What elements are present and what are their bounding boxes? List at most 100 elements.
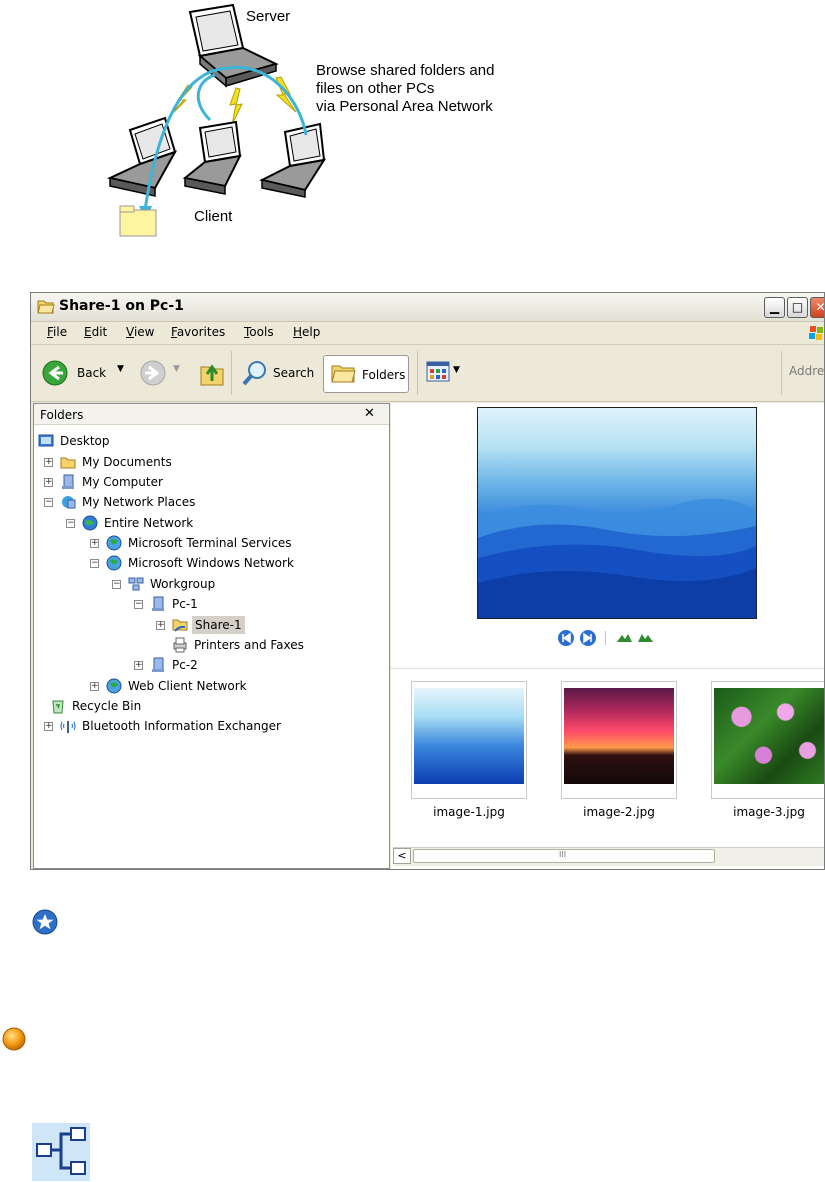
folders-label: Folders [362,368,406,382]
minimize-icon: ▁ [769,300,780,314]
client-label: Client [194,208,233,225]
expand-icon[interactable]: + [44,458,53,467]
tree-label: My Computer [82,475,163,489]
tree-label: Recycle Bin [72,699,142,713]
collapse-icon[interactable]: − [44,498,53,507]
title-bar[interactable]: Share-1 on Pc-1 ▁ □ ✕ [31,293,825,322]
thumbnail-caption[interactable]: image-2.jpg [559,805,679,819]
collapse-icon[interactable]: − [66,519,75,528]
back-dropdown-icon[interactable]: ▼ [117,364,124,374]
rotate-clockwise-icon[interactable] [615,629,633,647]
scroll-left-button[interactable]: < [393,848,411,864]
collapse-icon[interactable]: − [90,559,99,568]
caption-line-3: via Personal Area Network [316,98,493,115]
tree-label: Workgroup [150,577,216,591]
flowers-thumbnail-icon [714,688,824,784]
scroll-thumb[interactable]: III [413,849,715,863]
client-laptop-icon [182,120,242,195]
tree-label: Pc-2 [172,658,198,672]
back-button[interactable]: Back ▼ [41,355,131,391]
tree-label: Desktop [60,434,110,448]
menu-help[interactable]: Help [293,325,320,339]
network-icon [106,555,122,571]
folders-button[interactable]: Folders [323,355,409,393]
folders-pane-header: Folders ✕ [34,404,389,425]
expand-icon[interactable]: + [90,682,99,691]
address-label: Addre [789,364,825,378]
forward-dropdown-icon[interactable]: ▼ [173,364,180,374]
tree-label: Web Client Network [128,679,247,693]
tree-label: Printers and Faxes [194,638,304,652]
horizontal-scrollbar[interactable]: < III [393,847,824,866]
workgroup-icon [128,577,144,591]
thumbnail-image-3[interactable] [711,681,824,799]
menu-view[interactable]: View [126,325,154,339]
client-laptop-icon [259,122,327,198]
thumbnail-caption[interactable]: image-3.jpg [709,805,824,819]
tree-label: My Documents [82,455,172,469]
menu-bar: File Edit View Favorites Tools Help [31,322,824,345]
network-places-icon [62,496,76,509]
rotate-counterclockwise-icon[interactable] [637,629,655,647]
recycle-bin-icon [52,700,64,714]
folders-pane: Folders ✕ Desktop + My Documents + My Co… [33,403,390,869]
menu-file[interactable]: File [47,325,67,339]
preview-separator [605,631,606,645]
thumbnail-image-1[interactable] [411,681,527,799]
star-note-icon [32,909,58,935]
views-button[interactable]: ▼ [425,359,465,387]
toolbar: Back ▼ ▼ Search Folders ▼ Addre [31,345,825,402]
caption-line-2: files on other PCs [316,80,435,97]
expand-icon[interactable]: + [156,621,165,630]
close-icon: ✕ [815,300,825,314]
thumbnail-image-2[interactable] [561,681,677,799]
menu-edit[interactable]: Edit [84,325,107,339]
orange-bullet-icon [2,1027,26,1051]
computer-icon [152,657,164,672]
printer-icon [173,637,187,653]
network-diagram: Server Browse shared folders and files o… [0,0,825,260]
up-folder-icon[interactable] [199,359,225,387]
computer-icon [62,474,74,489]
tree-label: My Network Places [82,495,196,509]
next-image-icon[interactable] [579,629,597,647]
explorer-window: Share-1 on Pc-1 ▁ □ ✕ File Edit View Fav… [30,292,825,870]
previous-image-icon[interactable] [557,629,575,647]
expand-icon[interactable]: + [90,539,99,548]
thumbnail-caption[interactable]: image-1.jpg [409,805,529,819]
scroll-grip-icon: III [559,850,567,859]
collapse-icon[interactable]: − [134,600,143,609]
menu-tools[interactable]: Tools [244,325,274,339]
tree-label: Pc-1 [172,597,198,611]
desktop-icon [38,434,54,447]
folder-icon [60,457,76,469]
expand-icon[interactable]: + [134,661,143,670]
caption-line-1: Browse shared folders and [316,62,495,79]
folders-pane-close-icon[interactable]: ✕ [364,406,375,421]
forward-arrow-icon [140,360,166,386]
search-icon [242,361,266,386]
back-label: Back [77,366,107,380]
maximize-button[interactable]: □ [787,297,808,318]
search-button[interactable]: Search [239,355,319,391]
views-icon [426,361,450,382]
tree-label: Share-1 [192,616,245,634]
folders-pane-title: Folders [40,408,84,422]
pane-divider [391,668,824,669]
expand-icon[interactable]: + [44,478,53,487]
back-arrow-icon [42,360,68,386]
forward-button[interactable]: ▼ [139,355,189,391]
folders-icon [331,365,356,383]
content-pane: image-1.jpg image-2.jpg image-3.jpg < II… [391,403,824,869]
close-button[interactable]: ✕ [810,297,825,318]
computer-icon [152,596,164,611]
tree-label: Microsoft Terminal Services [128,536,292,550]
views-dropdown-icon[interactable]: ▼ [453,365,460,375]
folder-tab-icon [119,205,135,213]
minimize-button[interactable]: ▁ [764,297,785,318]
expand-icon[interactable]: + [44,722,53,731]
collapse-icon[interactable]: − [112,580,121,589]
folder-icon [119,209,157,237]
network-icon [106,535,122,551]
menu-favorites[interactable]: Favorites [171,325,225,339]
